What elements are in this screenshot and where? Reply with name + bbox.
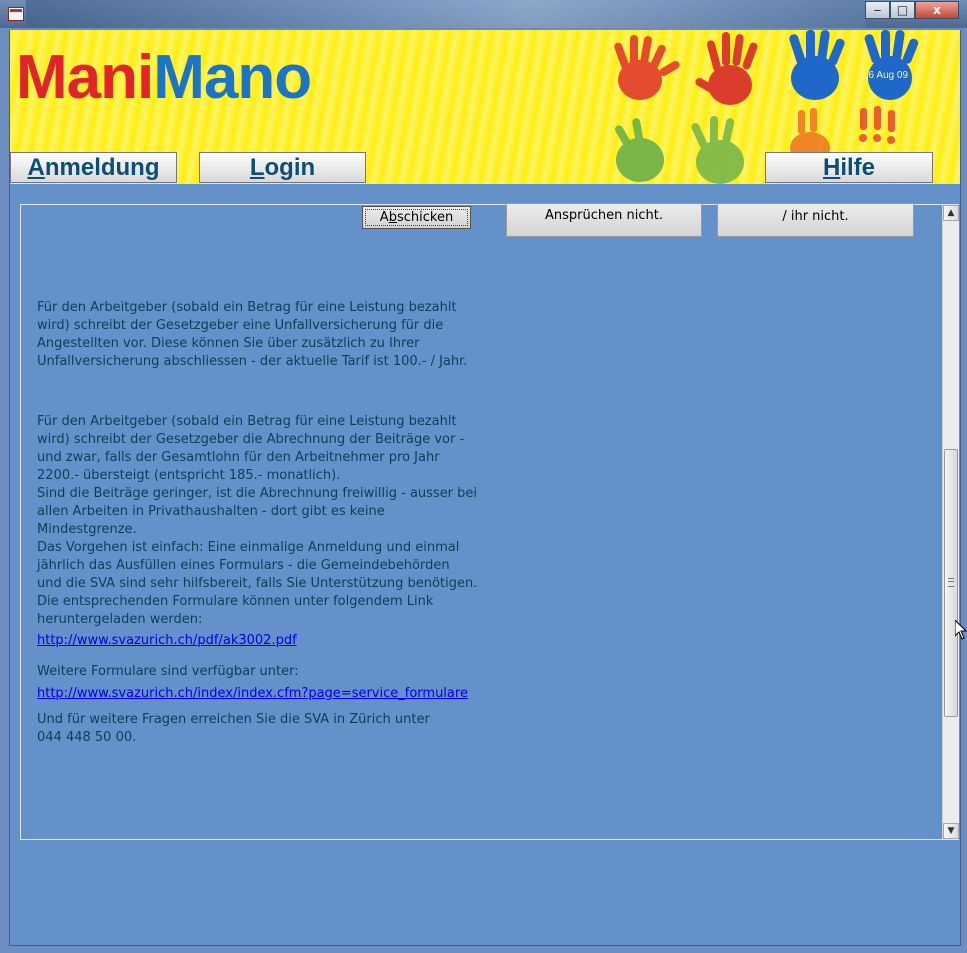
scroll-thumb[interactable] (944, 449, 958, 717)
text-line: Die entsprechenden Formulare können unte… (37, 594, 434, 609)
maximize-button[interactable]: □ (890, 1, 915, 19)
header-banner: ManiMano V.6 Aug 09 Anmeldung Login Hilf… (10, 30, 960, 184)
hilfe-accel: H (822, 154, 841, 181)
text-line: 2200.- übersteigt (entspricht 185.- mona… (37, 468, 341, 483)
scroll-grip-icon (948, 578, 954, 587)
anmeldung-label: nmeldung (44, 154, 160, 181)
text-line: Das Vorgehen ist einfach: Eine einmalige… (37, 540, 460, 555)
login-button[interactable]: Login (199, 152, 366, 183)
text-line: Angestellten vor. Diese können Sie über … (37, 336, 420, 351)
option-card-2[interactable]: / ihr nicht. (717, 203, 914, 237)
submit-accel: b (388, 210, 397, 225)
green-hand-2-icon (691, 116, 744, 184)
mouse-cursor-icon (955, 620, 967, 640)
text-line: wird) schreibt der Gesetzgeber die Abrec… (37, 432, 465, 447)
text-line: Sind die Beiträge geringer, ist die Abre… (37, 486, 478, 501)
red-hand-2-icon (695, 32, 758, 105)
green-hand-icon (615, 118, 664, 182)
text-line: heruntergeladen werden: (37, 612, 203, 627)
anmeldung-button[interactable]: Anmeldung (10, 152, 177, 183)
app-icon[interactable] (8, 7, 24, 21)
blue-hand-2-icon (864, 30, 919, 100)
submit-button[interactable]: Abschicken (362, 206, 471, 229)
close-button[interactable]: x (915, 1, 959, 19)
form-pdf-link[interactable]: http://www.svazurich.ch/pdf/ak3002.pdf (37, 632, 297, 650)
text-line: Unfallversicherung abschliessen - der ak… (37, 354, 468, 369)
text-line: allen Arbeiten in Privathaushalten - dor… (37, 504, 385, 519)
app-area: ManiMano V.6 Aug 09 Anmeldung Login Hilf… (9, 30, 961, 946)
app-logo: ManiMano (16, 42, 312, 113)
text-line: und zwar, falls der Gesamtlohn für den A… (37, 450, 440, 465)
submit-label-post: schicken (396, 210, 454, 225)
hilfe-button[interactable]: Hilfe (765, 152, 933, 183)
option-card-1[interactable]: Ansprüchen nicht. (506, 203, 702, 237)
minimize-button[interactable]: ‒ (865, 1, 890, 19)
text-line: Und für weitere Fragen erreichen Sie die… (37, 712, 430, 727)
option-card-1-label: Ansprüchen nicht. (545, 208, 663, 223)
hilfe-label: ilfe (840, 154, 876, 181)
version-label: V.6 Aug 09 (860, 70, 909, 81)
text-line: Weitere Formulare sind verfügbar unter: (37, 664, 299, 679)
blue-hand-icon (789, 30, 845, 100)
login-accel: L (249, 154, 265, 181)
scroll-down-icon[interactable]: ▼ (943, 823, 959, 839)
text-line: Für den Arbeitgeber (sobald ein Betrag f… (37, 414, 457, 429)
window-frame: ManiMano V.6 Aug 09 Anmeldung Login Hilf… (0, 28, 967, 953)
text-line: und die SVA sind sehr hilfsbereit, falls… (37, 576, 478, 591)
red-hand-icon (614, 35, 680, 100)
text-line: jährlich das Ausfüllen eines Formulars -… (37, 558, 450, 573)
window-controls: ‒ □ x (865, 1, 959, 19)
text-line: 044 448 50 00. (37, 730, 137, 745)
forms-page-link[interactable]: http://www.svazurich.ch/index/index.cfm?… (37, 685, 468, 703)
titlebar-background (26, 0, 866, 28)
text-line: Für den Arbeitgeber (sobald ein Betrag f… (37, 300, 457, 315)
contribution-paragraph: Für den Arbeitgeber (sobald ein Betrag f… (37, 413, 478, 629)
logo-mano: Mano (153, 43, 312, 112)
window-titlebar: ‒ □ x (0, 0, 967, 28)
login-label: ogin (264, 154, 316, 181)
text-line: Mindestgrenze. (37, 522, 137, 537)
scroll-up-icon[interactable]: ▲ (943, 205, 959, 221)
text-line: wird) schreibt der Gesetzgeber eine Unfa… (37, 318, 444, 333)
vertical-scrollbar[interactable]: ▲ ▼ (942, 205, 959, 839)
submit-label-pre: A (379, 210, 389, 225)
content-panel: Abschicken Ansprüchen nicht. / ihr nicht… (20, 203, 959, 840)
more-forms-text: Weitere Formulare sind verfügbar unter: (37, 663, 467, 681)
logo-mani: Mani (16, 43, 154, 112)
accident-insurance-paragraph: Für den Arbeitgeber (sobald ein Betrag f… (37, 299, 467, 371)
anmeldung-accel: A (27, 154, 45, 181)
option-card-2-label: / ihr nicht. (782, 209, 849, 224)
contact-paragraph: Und für weitere Fragen erreichen Sie die… (37, 711, 467, 747)
orange-dots-icon (859, 106, 895, 144)
